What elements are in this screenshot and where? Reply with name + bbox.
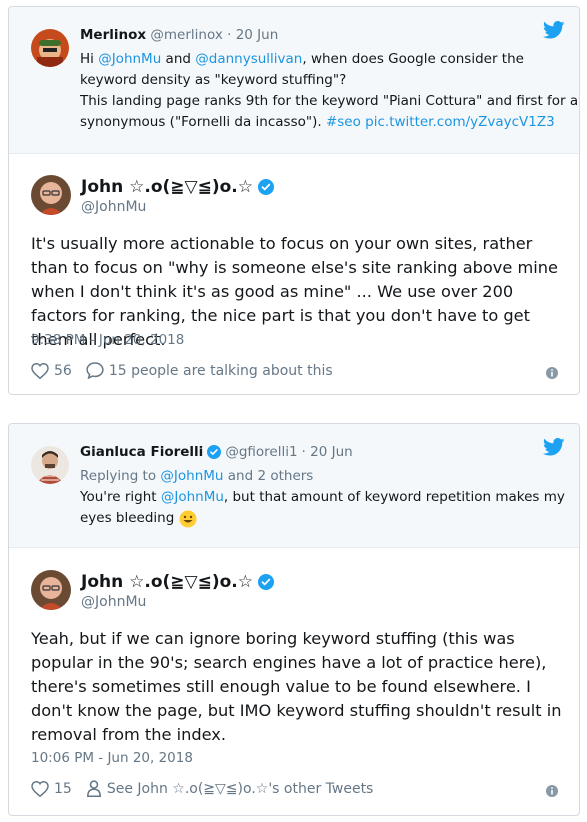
avatar[interactable] [31, 446, 69, 484]
person-icon [86, 780, 101, 797]
like-count: 15 [54, 780, 72, 797]
author-handle[interactable]: @JohnMu [81, 199, 146, 215]
author-name[interactable]: John ☆.o(≧▽≦)o.☆ [81, 177, 253, 197]
speech-bubble-icon [86, 362, 104, 379]
like-button[interactable]: 56 [31, 362, 72, 379]
like-count: 56 [54, 362, 72, 379]
heart-icon [31, 362, 49, 379]
mention-link[interactable]: @dannysullivan [195, 51, 302, 67]
other-tweets-link[interactable]: See John ☆.o(≧▽≦)o.☆'s other Tweets [86, 780, 373, 797]
tweet-text: Yeah, but if we can ignore boring keywor… [31, 629, 562, 744]
hashtag-link[interactable]: #seo [326, 114, 361, 130]
tweet-embed-1: Merlinox @merlinox · 20 Jun Hi @JohnMu a… [8, 6, 580, 395]
mention-link[interactable]: @JohnMu [161, 489, 224, 505]
tweet-text: Replying to @JohnMu and 2 others You're … [80, 468, 565, 527]
parent-tweet[interactable]: Gianluca Fiorelli @gfiorelli1 · 20 Jun R… [9, 424, 579, 548]
verified-badge-icon [257, 179, 274, 195]
avatar[interactable] [31, 175, 71, 215]
heart-icon [31, 780, 49, 797]
tweet-embed-2: Gianluca Fiorelli @gfiorelli1 · 20 Jun R… [8, 423, 580, 816]
tweet-text: Hi @JohnMu and @dannysullivan, when does… [80, 51, 579, 130]
tweet-timestamp[interactable]: 10:06 PM - Jun 20, 2018 [31, 750, 193, 766]
like-button[interactable]: 15 [31, 780, 72, 797]
author-handle[interactable]: @gfiorelli1 [225, 444, 297, 460]
author-name[interactable]: John ☆.o(≧▽≦)o.☆ [81, 572, 253, 592]
mention-link[interactable]: @JohnMu [160, 468, 223, 484]
conversation-link[interactable]: 15 people are talking about this [86, 362, 333, 379]
info-icon[interactable] [545, 366, 559, 380]
grinning-emoji-icon [179, 510, 197, 527]
avatar[interactable] [31, 570, 71, 610]
tweet-date[interactable]: · 20 Jun [227, 27, 278, 43]
author-handle[interactable]: @merlinox [150, 27, 222, 43]
verified-badge-icon [257, 574, 274, 590]
twitter-bird-icon[interactable] [543, 438, 565, 456]
author-handle[interactable]: @JohnMu [81, 594, 146, 610]
pic-link[interactable]: pic.twitter.com/yZvaycV1Z3 [365, 114, 555, 130]
info-icon[interactable] [545, 784, 559, 798]
author-name[interactable]: Gianluca Fiorelli [80, 444, 203, 460]
author-name[interactable]: Merlinox [80, 27, 146, 43]
parent-tweet[interactable]: Merlinox @merlinox · 20 Jun Hi @JohnMu a… [9, 7, 579, 154]
verified-badge-icon [207, 445, 222, 459]
twitter-bird-icon[interactable] [543, 21, 565, 39]
mention-link[interactable]: @JohnMu [98, 51, 161, 67]
avatar[interactable] [31, 29, 69, 67]
tweet-date[interactable]: · 20 Jun [302, 444, 353, 460]
replying-to: Replying to @JohnMu and 2 others [80, 468, 314, 484]
tweet-timestamp[interactable]: 9:38 PM - Jun 20, 2018 [31, 332, 184, 348]
